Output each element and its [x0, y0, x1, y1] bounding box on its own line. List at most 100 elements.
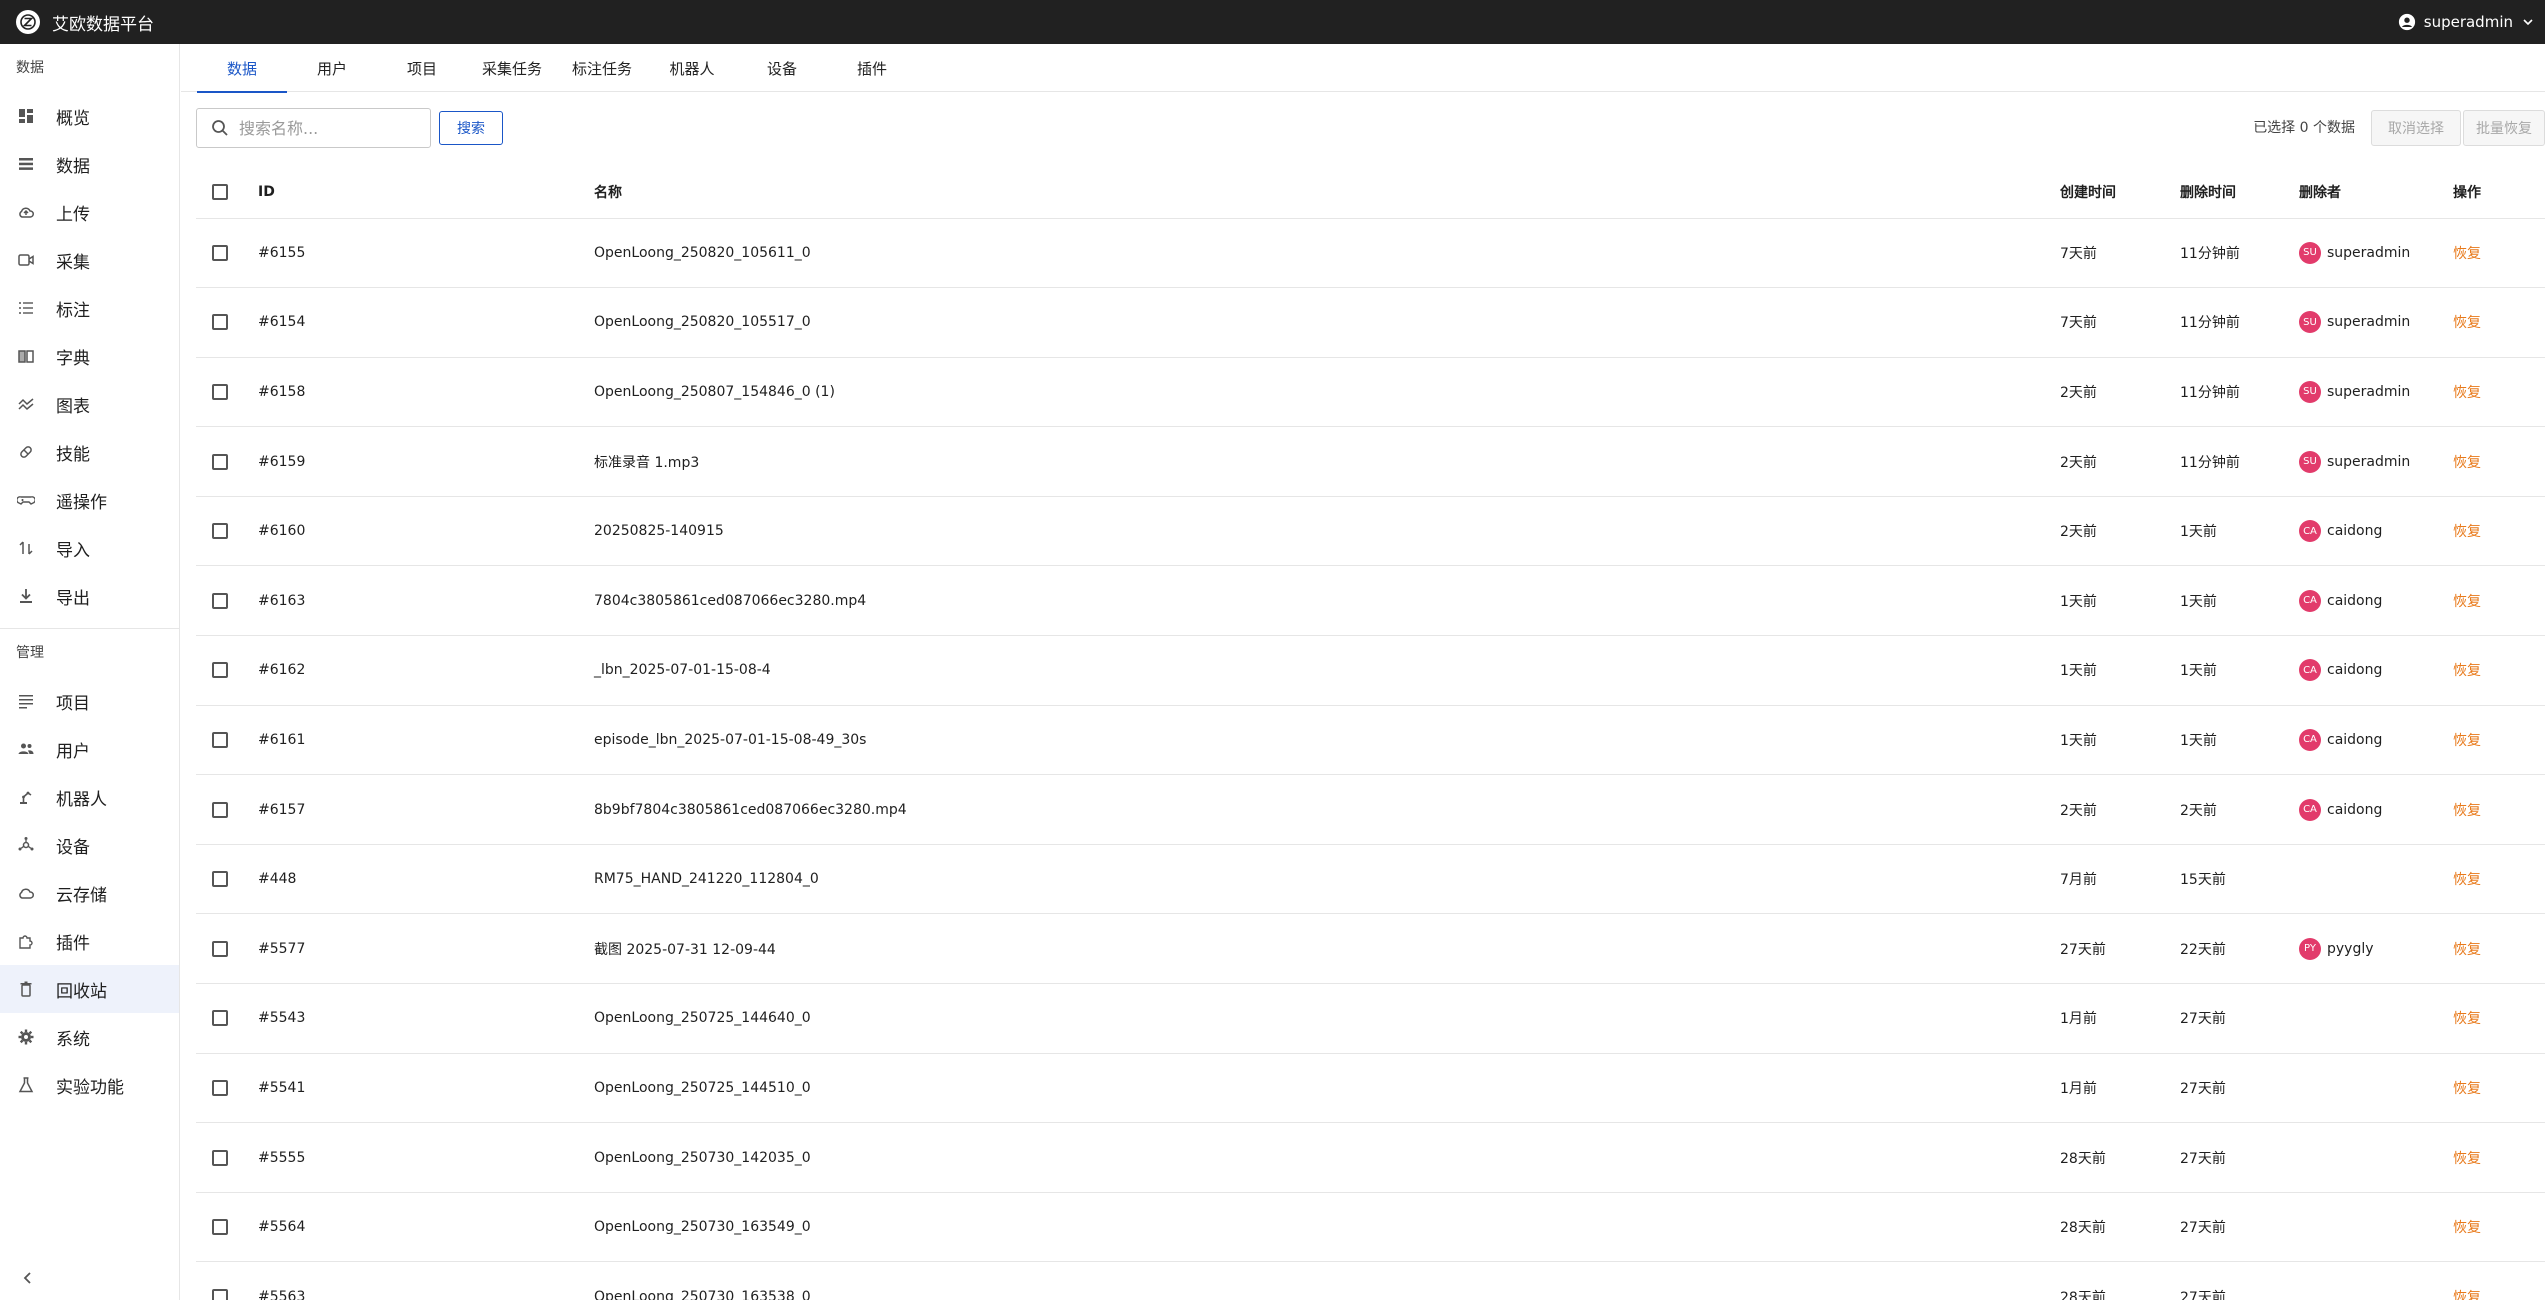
row-checkbox[interactable] [212, 940, 228, 957]
search-input[interactable] [239, 118, 419, 138]
table-row[interactable]: #5563 OpenLoong_250730_163538_0 28天前 27天前 恢复 [196, 1261, 2545, 1300]
cancel-selection-button[interactable]: 取消选择 [2371, 110, 2461, 146]
row-checkbox[interactable] [212, 1010, 228, 1027]
sidebar-item-gamepad[interactable]: 遥操作 [0, 476, 179, 524]
row-checkbox[interactable] [212, 523, 228, 540]
sidebar-item-trash[interactable]: 回收站 [0, 965, 179, 1013]
select-all-checkbox[interactable] [212, 183, 228, 200]
tab-3[interactable]: 采集任务 [467, 44, 557, 92]
restore-button[interactable]: 恢复 [2453, 1081, 2481, 1097]
restore-button[interactable]: 恢复 [2453, 942, 2481, 958]
restore-button[interactable]: 恢复 [2453, 594, 2481, 610]
tab-4[interactable]: 标注任务 [557, 44, 647, 92]
row-checkbox[interactable] [212, 801, 228, 818]
user-menu[interactable]: superadmin [2398, 0, 2535, 44]
table-row[interactable]: #6163 7804c3805861ced087066ec3280.mp4 1天前 1… [196, 565, 2545, 637]
table-row[interactable]: #6157 8b9bf7804c3805861ced087066ec3280.mp… [196, 774, 2545, 845]
row-checkbox[interactable] [212, 662, 228, 679]
table-row[interactable]: #5543 OpenLoong_250725_144640_0 1月前 27天前 恢复 [196, 983, 2545, 1054]
sidebar-item-users[interactable]: 用户 [0, 725, 179, 773]
sidebar: 数据 概览 数据 上传 采集 标注 字典 图表 技能 遥操作 导入 导出 管理 项目 用户 机器人 设备云… [0, 44, 180, 1300]
sidebar-item-dashboard[interactable]: 概览 [0, 92, 179, 140]
gear-icon [16, 1027, 36, 1047]
sidebar-item-chart-wave[interactable]: 图表 [0, 380, 179, 428]
sidebar-item-robot-arm[interactable]: 机器人 [0, 773, 179, 821]
restore-button[interactable]: 恢复 [2453, 385, 2481, 401]
sidebar-item-import[interactable]: 导入 [0, 524, 179, 572]
sidebar-item-pill[interactable]: 技能 [0, 428, 179, 476]
sidebar-item-checklist[interactable]: 标注 [0, 284, 179, 332]
chart-wave-icon [16, 394, 36, 414]
table-row[interactable]: #6158 OpenLoong_250807_154846_0 (1) 2天前 11分… [196, 357, 2545, 428]
table-row[interactable]: #6155 OpenLoong_250820_105611_0 7天前 11分钟前 SU… [196, 218, 2545, 289]
tab-0[interactable]: 数据 [197, 44, 287, 93]
app-logo-icon[interactable] [16, 10, 40, 34]
restore-button[interactable]: 恢复 [2453, 803, 2481, 819]
sidebar-item-device[interactable]: 设备 [0, 821, 179, 869]
table-row[interactable]: #5555 OpenLoong_250730_142035_0 28天前 27天前 恢复 [196, 1122, 2545, 1193]
restore-button[interactable]: 恢复 [2453, 315, 2481, 331]
restore-button[interactable]: 恢复 [2453, 663, 2481, 679]
col-header-created[interactable]: 创建时间 [2060, 166, 2180, 219]
sidebar-item-list[interactable]: 数据 [0, 140, 179, 188]
restore-button[interactable]: 恢复 [2453, 246, 2481, 262]
table-row[interactable]: #6159 标准录音 1.mp3 2天前 11分钟前 SU superadmin 恢复 [196, 426, 2545, 497]
table-row[interactable]: #6162 _lbn_2025-07-01-15-08-4 1天前 1天前 CA caid… [196, 635, 2545, 706]
sidebar-item-gear[interactable]: 系统 [0, 1013, 179, 1061]
row-checkbox[interactable] [212, 1079, 228, 1096]
table-row[interactable]: #448 RM75_HAND_241220_112804_0 7月前 15天前 恢复 [196, 844, 2545, 915]
row-deleter: CA caidong [2299, 565, 2453, 637]
sidebar-item-cloud[interactable]: 云存储 [0, 869, 179, 917]
tab-2[interactable]: 项目 [377, 44, 467, 92]
row-checkbox[interactable] [212, 592, 228, 609]
row-checkbox[interactable] [212, 1219, 228, 1236]
batch-restore-button[interactable]: 批量恢复 [2463, 110, 2545, 146]
sidebar-item-cloud-upload[interactable]: 上传 [0, 188, 179, 236]
tab-1[interactable]: 用户 [287, 44, 377, 92]
deleter-name: superadmin [2327, 383, 2411, 400]
col-header-deleted[interactable]: 删除时间 [2180, 166, 2299, 219]
avatar: SU [2299, 450, 2321, 473]
table-row[interactable]: #5564 OpenLoong_250730_163549_0 28天前 27天前 恢复 [196, 1192, 2545, 1263]
restore-button[interactable]: 恢复 [2453, 733, 2481, 749]
table-row[interactable]: #5577 截图 2025-07-31 12-09-44 27天前 22天前 PY pyy… [196, 913, 2545, 985]
restore-button[interactable]: 恢复 [2453, 1220, 2481, 1236]
restore-button[interactable]: 恢复 [2453, 1151, 2481, 1167]
tab-6[interactable]: 设备 [737, 44, 827, 92]
col-header-name[interactable]: 名称 [594, 166, 2060, 219]
col-header-id[interactable]: ID [258, 166, 594, 219]
restore-button[interactable]: 恢复 [2453, 872, 2481, 888]
sidebar-item-download[interactable]: 导出 [0, 572, 179, 620]
row-checkbox[interactable] [212, 453, 228, 470]
sidebar-item-video-capture[interactable]: 采集 [0, 236, 179, 284]
row-checkbox[interactable] [212, 871, 228, 888]
row-id: #448 [258, 844, 594, 915]
search-box[interactable] [196, 108, 431, 148]
row-checkbox[interactable] [212, 731, 228, 748]
restore-button[interactable]: 恢复 [2453, 455, 2481, 471]
sidebar-item-flask[interactable]: 实验功能 [0, 1061, 179, 1109]
row-checkbox[interactable] [212, 314, 228, 331]
table-row[interactable]: #6161 episode_lbn_2025-07-01-15-08-49_30s… [196, 705, 2545, 776]
row-created: 2天前 [2060, 426, 2180, 497]
row-checkbox[interactable] [212, 1149, 228, 1166]
restore-button[interactable]: 恢复 [2453, 1290, 2481, 1300]
row-checkbox[interactable] [212, 1288, 228, 1300]
table-row[interactable]: #6154 OpenLoong_250820_105517_0 7天前 11分钟前 SU… [196, 287, 2545, 358]
tab-5[interactable]: 机器人 [647, 44, 737, 92]
row-checkbox[interactable] [212, 383, 228, 400]
row-checkbox[interactable] [212, 244, 228, 261]
restore-button[interactable]: 恢复 [2453, 524, 2481, 540]
row-deleter: SU superadmin [2299, 218, 2453, 289]
search-icon [212, 120, 228, 136]
search-button[interactable]: 搜索 [439, 111, 503, 145]
restore-button[interactable]: 恢复 [2453, 1011, 2481, 1027]
sidebar-item-project[interactable]: 项目 [0, 677, 179, 725]
collapse-sidebar-icon[interactable] [18, 1268, 38, 1288]
sidebar-item-puzzle[interactable]: 插件 [0, 917, 179, 965]
tab-7[interactable]: 插件 [827, 44, 917, 92]
sidebar-item-book[interactable]: 字典 [0, 332, 179, 380]
row-created: 1月前 [2060, 1053, 2180, 1124]
table-row[interactable]: #6160 20250825-140915 2天前 1天前 CA caidong 恢复 [196, 496, 2545, 567]
table-row[interactable]: #5541 OpenLoong_250725_144510_0 1月前 27天前 恢复 [196, 1053, 2545, 1124]
